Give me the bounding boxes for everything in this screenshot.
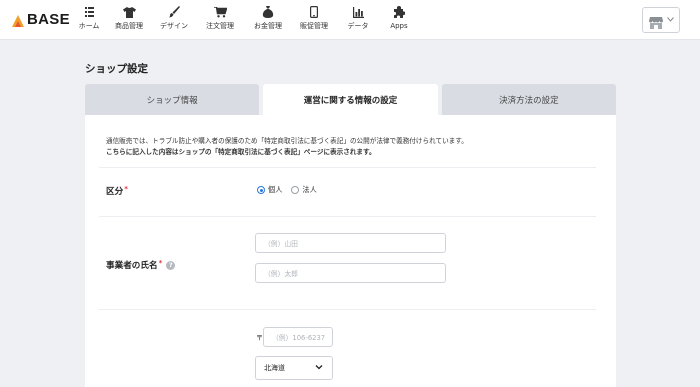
nav-item-data[interactable]: データ bbox=[338, 6, 378, 36]
nav-label: 注文管理 bbox=[206, 22, 234, 30]
required-mark: * bbox=[124, 185, 128, 193]
main-nav: ホーム 商品管理 デザイン 注文管理 お金管理 販促管理 データ Apps bbox=[74, 6, 420, 36]
radio-label: 法人 bbox=[302, 185, 317, 194]
postal-mark: 〒 bbox=[256, 334, 263, 342]
category-label: 区分* bbox=[106, 185, 128, 197]
help-icon[interactable]: ? bbox=[166, 261, 176, 270]
logo-mark-icon bbox=[12, 13, 24, 27]
radio-label: 個人 bbox=[268, 185, 283, 194]
legal-notice: 通信販売では、トラブル防止や購入者の保護のため「特定商取引法に基づく表記」の公開… bbox=[106, 136, 468, 158]
brush-icon bbox=[167, 6, 181, 18]
shop-switcher-button[interactable] bbox=[642, 7, 680, 33]
home-icon bbox=[82, 6, 96, 18]
radio-dot[interactable] bbox=[291, 186, 300, 194]
owner-name-label-text: 事業者の氏名 bbox=[106, 261, 158, 271]
top-header: BASE ホーム 商品管理 デザイン 注文管理 お金管理 販促管理 データ Ap… bbox=[0, 0, 700, 40]
nav-item-orders[interactable]: 注文管理 bbox=[194, 6, 246, 36]
smartphone-icon bbox=[307, 6, 321, 18]
nav-item-apps[interactable]: Apps bbox=[378, 6, 420, 36]
prefecture-select[interactable]: 北海道 bbox=[255, 356, 333, 380]
logo-text: BASE bbox=[27, 11, 70, 28]
radio-individual[interactable]: 個人 bbox=[257, 185, 282, 195]
puzzle-icon bbox=[392, 6, 406, 18]
chevron-down-icon bbox=[666, 16, 674, 24]
nav-item-promotion[interactable]: 販促管理 bbox=[290, 6, 338, 36]
bar-chart-icon bbox=[351, 6, 365, 18]
tab-shop-info[interactable]: ショップ情報 bbox=[85, 84, 260, 115]
radio-corporation[interactable]: 法人 bbox=[291, 185, 317, 195]
money-bag-icon bbox=[261, 6, 275, 18]
nav-item-products[interactable]: 商品管理 bbox=[104, 6, 154, 36]
base-logo[interactable]: BASE bbox=[12, 11, 70, 28]
radio-dot[interactable] bbox=[257, 186, 265, 194]
store-icon bbox=[648, 14, 663, 29]
nav-label: デザイン bbox=[160, 22, 188, 30]
nav-label: 販促管理 bbox=[300, 22, 328, 30]
prefecture-value: 北海道 bbox=[264, 364, 285, 372]
notice-line: 通信販売では、トラブル防止や購入者の保護のため「特定商取引法に基づく表記」の公開… bbox=[106, 137, 468, 145]
postal-code-input[interactable]: （例）106-6237 bbox=[263, 327, 333, 347]
page-title: ショップ設定 bbox=[85, 63, 148, 75]
chevron-down-icon bbox=[315, 363, 323, 371]
nav-label: Apps bbox=[390, 22, 408, 30]
required-mark: * bbox=[158, 259, 163, 267]
nav-label: 商品管理 bbox=[115, 22, 143, 30]
shirt-icon bbox=[122, 6, 136, 18]
divider bbox=[99, 167, 596, 168]
divider bbox=[99, 216, 596, 217]
cart-icon bbox=[213, 6, 227, 18]
nav-item-home[interactable]: ホーム bbox=[74, 6, 104, 36]
category-label-text: 区分 bbox=[106, 187, 124, 197]
nav-label: データ bbox=[347, 22, 369, 30]
settings-panel: 通信販売では、トラブル防止や購入者の保護のため「特定商取引法に基づく表記」の公開… bbox=[85, 115, 616, 387]
divider bbox=[99, 309, 596, 310]
tab-operation-info[interactable]: 運営に関する情報の設定 bbox=[263, 84, 438, 115]
first-name-input[interactable]: （例）太郎 bbox=[255, 263, 446, 283]
nav-label: お金管理 bbox=[254, 22, 282, 30]
settings-tabs: ショップ情報 運営に関する情報の設定 決済方法の設定 bbox=[85, 84, 616, 115]
nav-item-money[interactable]: お金管理 bbox=[246, 6, 290, 36]
nav-item-design[interactable]: デザイン bbox=[154, 6, 194, 36]
notice-line-bold: こちらに記入した内容はショップの「特定商取引法に基づく表記」ページに表示されます… bbox=[106, 148, 376, 156]
category-radio-group: 個人 法人 bbox=[257, 185, 326, 195]
owner-name-label: 事業者の氏名*? bbox=[106, 259, 176, 271]
tab-payment-methods[interactable]: 決済方法の設定 bbox=[441, 84, 616, 115]
last-name-input[interactable]: （例）山田 bbox=[255, 233, 446, 253]
nav-label: ホーム bbox=[78, 22, 100, 30]
